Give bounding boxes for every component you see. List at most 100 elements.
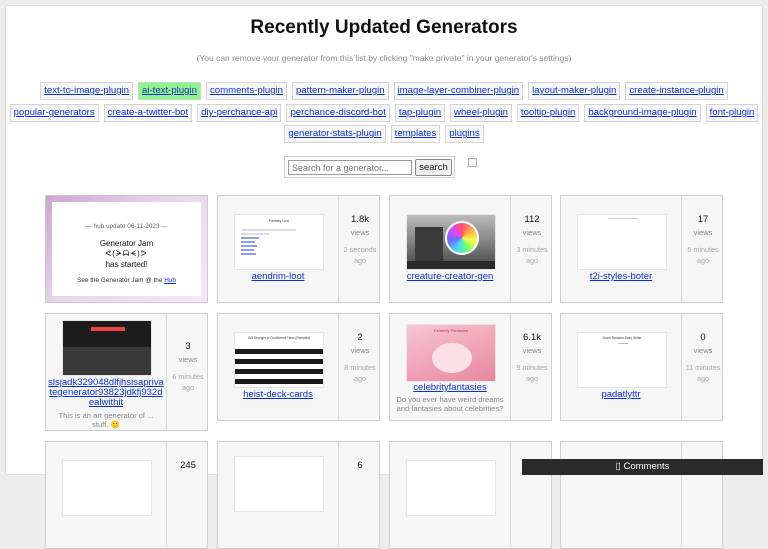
view-count: 17 <box>697 214 709 225</box>
thumb-bar <box>235 359 323 364</box>
generator-card[interactable] <box>389 441 552 549</box>
promo-status: has started! <box>105 260 148 269</box>
generator-name-link[interactable]: t2i-styles-boter <box>563 271 679 283</box>
tag-image-layer-combiner-plugin[interactable]: image-layer-combiner-plugin <box>393 82 524 100</box>
generator-name-link[interactable]: padatlyttr <box>563 389 679 401</box>
generator-description: This is an art generator of ... stuff. 🙂 <box>58 411 154 429</box>
tag-ai-text-plugin[interactable]: ai-text-plugin <box>138 82 201 100</box>
generator-thumbnail <box>62 320 152 376</box>
view-count: 6.1k <box>523 332 541 343</box>
tag-pattern-maker-plugin[interactable]: pattern-maker-plugin <box>292 82 389 100</box>
generator-name-link[interactable]: celebrityfantasies <box>392 382 508 394</box>
tag-tooltip-plugin[interactable]: tooltip-plugin <box>516 104 580 122</box>
comments-toggle-button[interactable]: ▯ Comments <box>522 459 763 475</box>
generator-card[interactable]: Some Random Story Writer padatlyttr 0 vi… <box>560 313 723 421</box>
card-main <box>46 442 166 548</box>
card-stats: 0 views 11 minutes ago <box>681 314 722 420</box>
card-main <box>390 442 510 548</box>
thumb-line <box>241 249 254 251</box>
thumb-accent <box>91 327 125 331</box>
tag-templates[interactable]: templates <box>390 125 441 143</box>
promo-content: — hub update 06-11-2023 — Generator Jam … <box>52 202 201 296</box>
views-label: views <box>522 228 542 237</box>
promo-date: — hub update 06-11-2023 — <box>85 223 168 230</box>
search-button[interactable]: search <box>415 159 452 176</box>
card-stats: 112 views 3 minutes ago <box>510 196 551 302</box>
generator-description: Do you ever have weird dreams and fantas… <box>396 395 504 413</box>
thumb-line <box>241 229 296 231</box>
tag-tap-plugin[interactable]: tap-plugin <box>394 104 446 122</box>
generator-name-link[interactable]: creature-creator-gen <box>392 271 508 283</box>
card-main: Gift Stronger in Confidence Heist (Print… <box>218 314 338 420</box>
view-count: 2 <box>357 332 363 343</box>
generator-thumbnail <box>577 214 667 270</box>
card-main <box>561 442 681 548</box>
updated-ago: 8 minutes ago <box>344 363 376 383</box>
generator-card[interactable]: slsjadk329048dlfjhsisaprivategenerator93… <box>45 313 208 431</box>
tag-diy-perchance-api[interactable]: diy-perchance-api <box>197 104 282 122</box>
thumb-line <box>608 218 638 219</box>
generator-card[interactable]: Fantasy Loot aendrim-loot 1.8k views 2 s… <box>217 195 380 303</box>
search-input[interactable] <box>288 160 412 175</box>
card-main: slsjadk329048dlfjhsisaprivategenerator93… <box>46 314 166 430</box>
views-label: views <box>693 346 713 355</box>
generator-name-link[interactable]: aendrim-loot <box>220 271 336 283</box>
view-count: 112 <box>524 214 540 225</box>
generator-name-link[interactable]: heist-deck-cards <box>220 389 336 401</box>
tag-wheel-plugin[interactable]: wheel-plugin <box>450 104 512 122</box>
thumbnail-title: Some Random Story Writer <box>602 336 642 340</box>
view-count: 3 <box>185 341 191 352</box>
views-label: views <box>350 346 370 355</box>
search-form: search <box>284 156 455 178</box>
tag-create-a-twitter-bot[interactable]: create-a-twitter-bot <box>103 104 193 122</box>
card-stats: 6 <box>338 442 379 548</box>
views-label: views <box>693 228 713 237</box>
generator-name-link[interactable]: slsjadk329048dlfjhsisaprivategenerator93… <box>48 378 164 408</box>
tag-font-plugin[interactable]: font-plugin <box>705 104 759 122</box>
generator-thumbnail: Fantasy Loot <box>234 214 324 270</box>
generator-card[interactable]: creature-creator-gen 112 views 3 minutes… <box>389 195 552 303</box>
promo-cta-text: See the Generator Jam @ the <box>77 277 165 284</box>
generator-card[interactable]: t2i-styles-boter 17 views 5 minutes ago <box>560 195 723 303</box>
card-stats: 1.8k views 2 seconds ago <box>338 196 379 302</box>
tag-generator-stats-plugin[interactable]: generator-stats-plugin <box>284 125 386 143</box>
hub-link[interactable]: Hub <box>164 277 176 284</box>
view-count: 0 <box>700 332 706 343</box>
card-stats: 17 views 5 minutes ago <box>681 196 722 302</box>
tag-text-to-image-plugin[interactable]: text-to-image-plugin <box>40 82 134 100</box>
generator-card[interactable]: Celebrity Fantasies celebrityfantasies D… <box>389 313 552 421</box>
tag-comments-plugin[interactable]: comments-plugin <box>205 82 288 100</box>
promo-emoticon: ᕙ(ᗒᗣᗕ)ᕗ <box>105 249 148 258</box>
tag-create-instance-plugin[interactable]: create-instance-plugin <box>625 82 728 100</box>
generator-thumbnail <box>406 214 496 270</box>
tag-row-2: popular-generators create-a-twitter-bot … <box>0 104 768 122</box>
views-label: views <box>178 355 198 364</box>
generator-card[interactable]: 245 <box>45 441 208 549</box>
card-stats <box>681 442 722 548</box>
generator-card[interactable] <box>560 441 723 549</box>
tag-perchance-discord-bot[interactable]: perchance-discord-bot <box>286 104 390 122</box>
view-count: 1.8k <box>351 214 369 225</box>
tag-background-image-plugin[interactable]: background-image-plugin <box>584 104 701 122</box>
promo-title: Generator Jam <box>99 239 154 248</box>
card-main <box>218 442 338 548</box>
card-stats: 6.1k views 9 minutes ago <box>510 314 551 420</box>
tag-plugins[interactable]: plugins <box>445 125 484 143</box>
tag-row-1: text-to-image-plugin ai-text-plugin comm… <box>0 82 768 100</box>
tag-popular-generators[interactable]: popular-generators <box>9 104 99 122</box>
thumb-cloud <box>432 343 472 373</box>
promo-banner-card[interactable]: — hub update 06-11-2023 — Generator Jam … <box>45 195 208 303</box>
tag-layout-maker-plugin[interactable]: layout-maker-plugin <box>528 82 621 100</box>
generator-card[interactable]: 6 <box>217 441 380 549</box>
wheel-icon <box>445 221 479 255</box>
thumb-bar <box>235 349 323 354</box>
generator-card[interactable]: Gift Stronger in Confidence Heist (Print… <box>217 313 380 421</box>
card-stats: 2 views 8 minutes ago <box>338 314 379 420</box>
card-main: Celebrity Fantasies celebrityfantasies D… <box>390 314 510 420</box>
tag-row-3: generator-stats-plugin templates plugins <box>0 125 768 143</box>
thumbnail-title: Gift Stronger in Confidence Heist (Print… <box>247 336 311 340</box>
page-title: Recently Updated Generators <box>250 17 518 38</box>
thumb-bar <box>235 369 323 374</box>
card-stats <box>510 442 551 548</box>
promo-cta: See the Generator Jam @ the Hub <box>52 277 201 284</box>
